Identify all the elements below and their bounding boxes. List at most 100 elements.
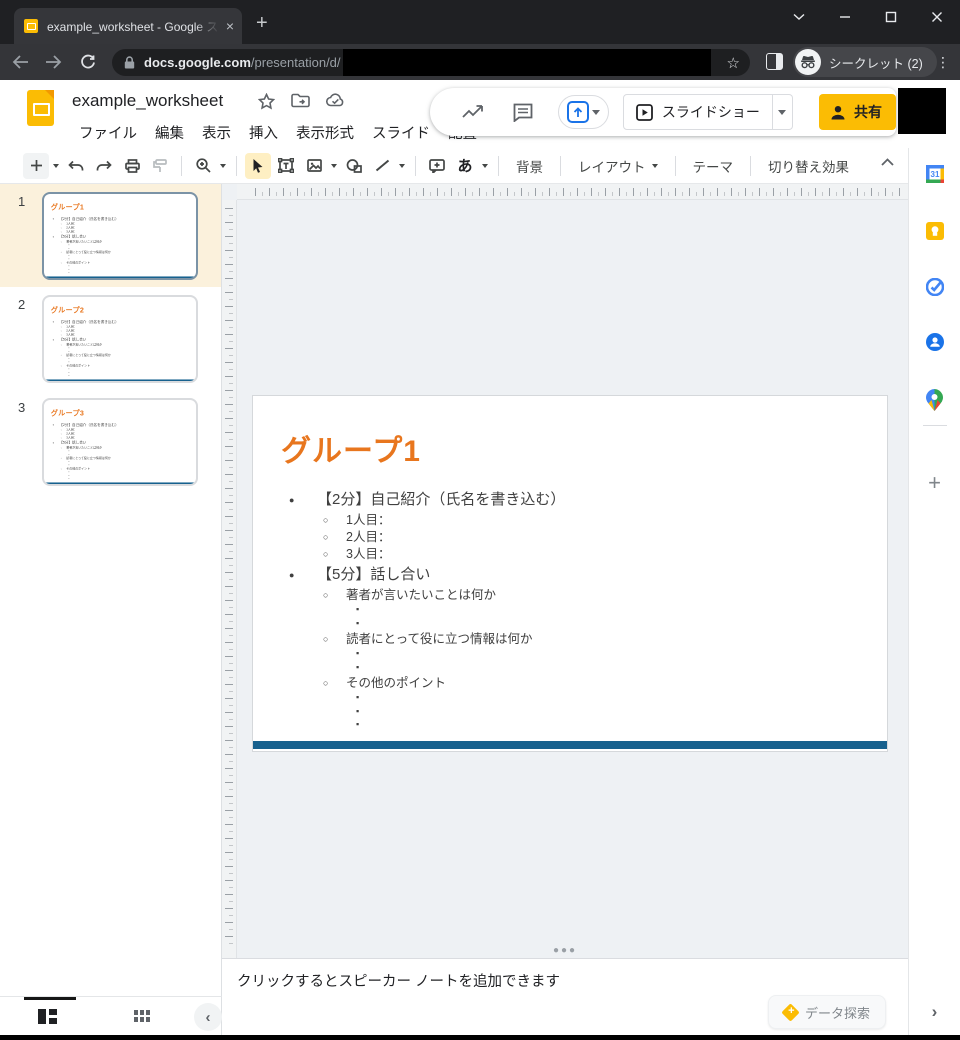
tab-close-icon[interactable]: × (226, 19, 234, 33)
slide-bullet-level2: その他のポイント (253, 675, 877, 692)
new-slide-dropdown[interactable] (53, 164, 59, 168)
slides-logo-icon[interactable] (27, 90, 54, 126)
slide-thumbnail[interactable]: グループ3【2分】自己紹介（氏名を書き込む）1人目：2人目：3人目：【5分】話し… (42, 398, 198, 486)
line-dropdown[interactable] (399, 164, 405, 168)
input-tools-button[interactable]: あ (452, 153, 478, 179)
forward-button[interactable] (40, 48, 68, 76)
print-button[interactable] (119, 153, 145, 179)
filmstrip-view-icon[interactable] (38, 1009, 57, 1024)
insert-shape-button[interactable] (341, 153, 367, 179)
move-folder-icon[interactable] (291, 93, 310, 108)
side-panel-divider (923, 425, 947, 426)
redo-button[interactable] (91, 153, 117, 179)
browser-menu-icon[interactable]: ⋮ (934, 51, 952, 73)
background-button[interactable]: 背景 (506, 152, 553, 180)
undo-button[interactable] (63, 153, 89, 179)
horizontal-ruler (237, 184, 908, 200)
paint-format-button[interactable] (147, 153, 173, 179)
collapse-toolbar-icon[interactable] (881, 158, 894, 166)
menu-スライド[interactable]: スライド (363, 120, 439, 144)
slide-canvas[interactable]: グループ1 【2分】自己紹介（氏名を書き込む）1人目：2人目：3人目：【5分】話… (222, 184, 908, 958)
slide-bullet-level1: 【5分】話し合い (44, 234, 194, 239)
share-label: 共有 (854, 102, 882, 122)
slides-toolbar: あ 背景 レイアウト テーマ 切り替え効果 (0, 148, 908, 184)
maximize-button[interactable] (868, 0, 914, 34)
filmstrip-slide-2[interactable]: 2 グループ2【2分】自己紹介（氏名を書き込む）1人目：2人目：3人目：【5分】話… (0, 287, 221, 390)
slide-bullet-level3 (253, 662, 877, 676)
slide-thumbnail[interactable]: グループ2【2分】自己紹介（氏名を書き込む）1人目：2人目：3人目：【5分】話し… (42, 295, 198, 383)
lock-icon (124, 56, 135, 69)
present-to-meeting-button[interactable] (558, 95, 609, 129)
menu-挿入[interactable]: 挿入 (240, 120, 287, 144)
slide-bullet-level3 (253, 648, 877, 662)
zoom-dropdown[interactable] (220, 164, 226, 168)
url-redaction (343, 49, 711, 76)
slide-page[interactable]: グループ1 【2分】自己紹介（氏名を書き込む）1人目：2人目：3人目：【5分】話… (252, 395, 888, 752)
url-bar[interactable]: docs.google.com/presentation/d/ ☆ (112, 49, 750, 76)
text-box-button[interactable] (273, 153, 299, 179)
side-panel-icon[interactable] (766, 53, 783, 70)
filmstrip-slide-3[interactable]: 3グループ3【2分】自己紹介（氏名を書き込む）1人目：2人目：3人目：【5分】話… (0, 390, 221, 493)
new-tab-button[interactable]: + (256, 14, 268, 32)
back-button[interactable] (6, 48, 34, 76)
select-tool-button[interactable] (245, 153, 271, 179)
insert-comment-button[interactable] (424, 153, 450, 179)
transition-button[interactable]: 切り替え効果 (758, 152, 859, 180)
close-window-button[interactable] (914, 0, 960, 34)
menu-ファイル[interactable]: ファイル (70, 120, 146, 144)
present-dropdown-caret (592, 110, 600, 115)
star-document-icon[interactable] (258, 93, 275, 110)
input-tools-dropdown[interactable] (482, 164, 488, 168)
header-action-card: スライドショー 共有 (430, 88, 896, 136)
menu-編集[interactable]: 編集 (146, 120, 193, 144)
slide-thumbnail[interactable]: グループ1【2分】自己紹介（氏名を書き込む）1人目：2人目：3人目：【5分】話し… (42, 192, 198, 280)
show-side-panel-icon[interactable]: › (932, 1002, 938, 1022)
insert-image-button[interactable] (301, 153, 327, 179)
explore-icon (781, 1003, 799, 1021)
grid-view-icon[interactable] (134, 1010, 152, 1023)
image-dropdown[interactable] (331, 164, 337, 168)
notes-resize-handle[interactable]: ●●● (553, 945, 577, 956)
reload-button[interactable] (74, 48, 102, 76)
activity-dashboard-icon[interactable] (462, 100, 484, 124)
slideshow-label: スライドショー (662, 102, 760, 122)
cloud-saved-icon[interactable] (326, 93, 345, 107)
present-arrow-icon (567, 101, 589, 123)
comment-history-icon[interactable] (512, 100, 534, 124)
google-tasks-icon[interactable] (926, 278, 944, 296)
speaker-notes-panel[interactable]: クリックするとスピーカー ノートを追加できます データ探索 (222, 958, 908, 1036)
theme-button[interactable]: テーマ (683, 152, 744, 180)
explore-button[interactable]: データ探索 (768, 995, 886, 1029)
filmstrip-slide-1[interactable]: 1グループ1【2分】自己紹介（氏名を書き込む）1人目：2人目：3人目：【5分】話… (0, 184, 221, 287)
google-keep-icon[interactable] (926, 222, 944, 240)
speaker-notes-placeholder[interactable]: クリックするとスピーカー ノートを追加できます (237, 970, 560, 991)
slideshow-dropdown-button[interactable] (773, 94, 793, 130)
minimize-button[interactable] (822, 0, 868, 34)
collapse-filmstrip-icon[interactable]: ‹ (194, 1003, 222, 1031)
browser-tab[interactable]: example_worksheet - Google スライド × (14, 8, 242, 44)
bookmark-star-icon[interactable]: ☆ (727, 54, 740, 72)
window-controls (776, 0, 960, 34)
tab-search-chevron-icon[interactable] (776, 0, 822, 34)
document-title[interactable]: example_worksheet (72, 91, 223, 111)
new-slide-button[interactable] (23, 153, 49, 179)
slideshow-button[interactable]: スライドショー (623, 94, 773, 130)
play-icon (636, 104, 653, 121)
thumbnail-slide-title: グループ3 (51, 407, 84, 418)
layout-button[interactable]: レイアウト (568, 152, 668, 180)
slide-body[interactable]: 【2分】自己紹介（氏名を書き込む）1人目：2人目：3人目：【5分】話し合い著者が… (253, 488, 877, 733)
filmstrip-scrollbar[interactable] (24, 997, 76, 1000)
google-contacts-icon[interactable] (926, 333, 944, 351)
menu-表示形式[interactable]: 表示形式 (287, 120, 363, 144)
slide-title[interactable]: グループ1 (281, 426, 421, 470)
share-button[interactable]: 共有 (819, 94, 896, 130)
zoom-button[interactable] (190, 153, 216, 179)
google-maps-icon[interactable] (926, 389, 944, 411)
google-calendar-icon[interactable]: 31 (926, 165, 944, 183)
get-addons-button[interactable]: + (928, 470, 941, 496)
insert-line-button[interactable] (369, 153, 395, 179)
slide-number: 2 (18, 297, 25, 312)
slide-bullet-level3 (253, 604, 877, 618)
menu-表示[interactable]: 表示 (193, 120, 240, 144)
account-avatar[interactable] (898, 88, 946, 134)
